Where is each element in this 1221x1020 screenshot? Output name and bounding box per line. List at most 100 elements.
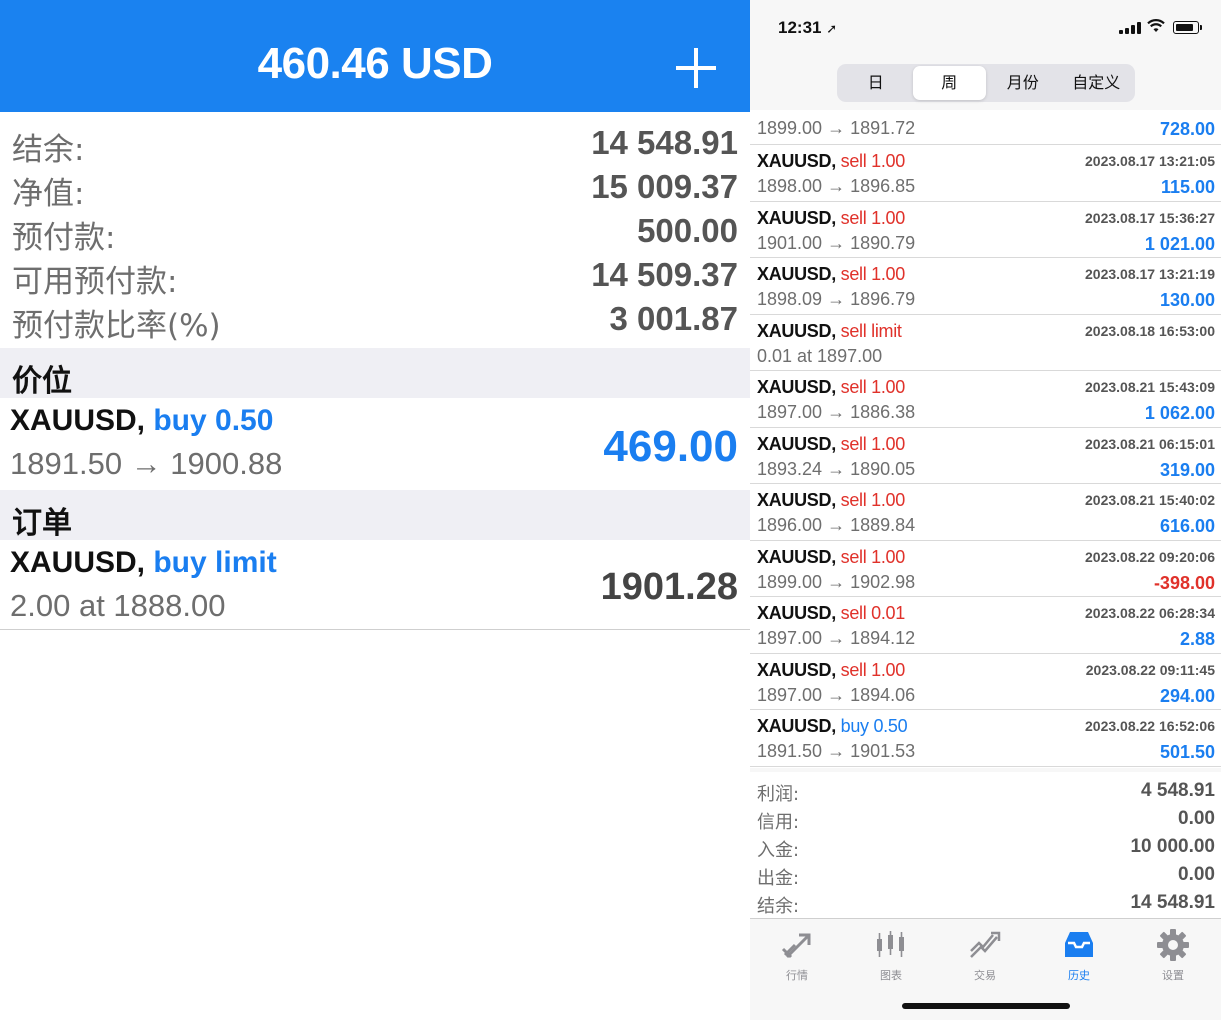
deal-title: XAUUSD, sell 1.00 — [757, 151, 905, 172]
deal-title: XAUUSD, sell 1.00 — [757, 660, 905, 681]
summary-value: 14 548.91 — [591, 124, 738, 161]
new-order-button[interactable] — [676, 48, 716, 88]
deal-row[interactable]: XAUUSD, sell 1.00 2023.08.17 13:21:19 1898… — [750, 258, 1221, 315]
deal-prices: 1891.50 → 1901.53 — [757, 741, 916, 761]
tab-label: 图表 — [880, 969, 902, 982]
trade-icon — [938, 927, 1032, 963]
order-action: buy limit — [153, 546, 277, 579]
deal-symbol: XAUUSD, — [757, 320, 836, 341]
battery-icon — [1173, 21, 1202, 34]
trade-panel: 460.46 USD 结余: 14 548.91 净值: 15 009.37 预… — [0, 0, 750, 1020]
deals-list: 1899.00 → 1891.72 728.00 XAUUSD, sell 1.… — [750, 110, 1221, 768]
deal-row[interactable]: XAUUSD, sell 1.00 2023.08.21 06:15:01 1893… — [750, 428, 1221, 484]
totals-row-withdrawal: 出金: 0.00 — [750, 860, 1221, 889]
totals-label: 结余: — [757, 896, 800, 917]
tab-label: 历史 — [1068, 969, 1090, 982]
tab-label: 行情 — [786, 969, 808, 982]
position-row[interactable]: XAUUSD, buy 0.50 1891.50 → 1900.88 469.0… — [0, 398, 750, 490]
deal-row[interactable]: 1899.00 → 1891.72 728.00 — [750, 110, 1221, 145]
deal-title: XAUUSD, sell 1.00 — [757, 547, 905, 568]
tab-settings[interactable]: 设置 — [1126, 927, 1220, 983]
segment-custom[interactable]: 自定义 — [1060, 66, 1134, 100]
deal-volume: 1.00 — [871, 433, 905, 454]
tab-chart[interactable]: 图表 — [844, 927, 938, 983]
deal-row[interactable]: XAUUSD, sell 0.01 2023.08.22 06:28:34 1897… — [750, 597, 1221, 654]
deal-side: sell — [840, 264, 867, 284]
deal-row[interactable]: XAUUSD, sell 1.00 2023.08.17 13:21:05 1898… — [750, 145, 1221, 202]
position-title: XAUUSD, buy 0.50 — [10, 404, 273, 438]
deal-row[interactable]: XAUUSD, sell 1.00 2023.08.17 15:36:27 1901… — [750, 202, 1221, 258]
deal-row[interactable]: XAUUSD, sell limit 2023.08.18 16:53:00 0.… — [750, 315, 1221, 371]
deal-title: XAUUSD, sell limit — [757, 321, 902, 342]
deal-profit: 130.00 — [1159, 290, 1215, 310]
period-selector: 日 周 月份 自定义 — [750, 56, 1221, 110]
summary-row-equity: 净值: 15 009.37 — [0, 162, 750, 212]
deal-datetime: 2023.08.22 09:20:06 — [1085, 548, 1215, 565]
deal-symbol: XAUUSD, — [757, 377, 836, 397]
summary-row-margin: 预付款: 500.00 — [0, 206, 750, 256]
tab-trade[interactable]: 交易 — [938, 927, 1032, 983]
deal-prices: 1899.00 → 1891.72 — [757, 118, 916, 138]
deal-prices: 1898.00 → 1896.85 — [757, 176, 916, 196]
home-indicator — [902, 1003, 1070, 1009]
deal-volume: 1.00 — [871, 377, 905, 397]
orders-section-header: 订单 — [0, 490, 750, 541]
totals-label: 出金: — [757, 868, 800, 889]
deal-profit: 1 021.00 — [1144, 233, 1215, 254]
deal-profit: 616.00 — [1159, 516, 1215, 536]
deal-row[interactable]: XAUUSD, sell 1.00 2023.08.22 09:11:45 1897… — [750, 654, 1221, 710]
segment-week[interactable]: 周 — [912, 66, 986, 100]
deal-title: XAUUSD, sell 1.00 — [757, 377, 905, 398]
segment-month[interactable]: 月份 — [986, 66, 1060, 100]
deal-side: sell — [840, 377, 867, 397]
position-profit: 469.00 — [603, 422, 738, 471]
deal-side: sell — [840, 546, 867, 567]
deal-side: sell limit — [840, 320, 902, 341]
deal-prices: 1897.00 → 1894.06 — [757, 684, 916, 705]
summary-row-free-margin: 可用预付款: 14 509.37 — [0, 250, 750, 300]
order-title: XAUUSD, buy limit — [10, 546, 277, 580]
tab-history[interactable]: 历史 — [1032, 927, 1126, 983]
order-detail: 2.00 at 1888.00 — [10, 588, 226, 623]
deal-side: sell — [840, 603, 867, 623]
deal-title: XAUUSD, sell 1.00 — [757, 264, 905, 285]
totals-row-credit: 信用: 0.00 — [750, 804, 1221, 833]
deal-row[interactable]: XAUUSD, sell 1.00 2023.08.21 15:40:02 1896… — [750, 484, 1221, 541]
deal-volume: 1.00 — [871, 151, 905, 171]
deal-profit: 728.00 — [1159, 119, 1215, 139]
deal-row[interactable]: XAUUSD, sell 1.00 2023.08.22 09:20:06 1899… — [750, 541, 1221, 597]
deal-profit: 2.88 — [1179, 629, 1215, 649]
account-summary: 结余: 14 548.91 净值: 15 009.37 预付款: 500.00 … — [0, 112, 750, 344]
totals-value: 0.00 — [1178, 864, 1215, 885]
deal-title: XAUUSD, sell 0.01 — [757, 603, 905, 624]
totals-value: 0.00 — [1178, 808, 1215, 829]
deal-datetime: 2023.08.17 13:21:05 — [1085, 153, 1215, 169]
status-time: 12:31 ➚ — [778, 18, 837, 38]
deal-profit: 115.00 — [1160, 177, 1215, 197]
order-row[interactable]: XAUUSD, buy limit 2.00 at 1888.00 1901.2… — [0, 540, 750, 630]
deal-datetime: 2023.08.22 09:11:45 — [1085, 661, 1215, 678]
deal-volume: 1.00 — [871, 264, 905, 284]
deal-datetime: 2023.08.22 06:28:34 — [1085, 605, 1215, 621]
deal-prices: 1896.00 → 1889.84 — [757, 515, 916, 535]
order-symbol: XAUUSD, — [10, 546, 146, 579]
deal-prices: 1897.00 → 1894.12 — [757, 628, 916, 648]
segment-day[interactable]: 日 — [839, 66, 913, 100]
chart-icon — [844, 927, 938, 963]
totals-value: 14 548.91 — [1130, 892, 1215, 913]
deal-volume: 1.00 — [871, 207, 905, 228]
tab-label: 交易 — [974, 969, 996, 982]
quotes-icon — [750, 927, 844, 963]
deal-prices: 1893.24 → 1890.05 — [757, 458, 916, 479]
deal-symbol: XAUUSD, — [757, 151, 836, 171]
deal-row[interactable]: XAUUSD, sell 1.00 2023.08.21 15:43:09 1897… — [750, 371, 1221, 428]
deal-symbol: XAUUSD, — [757, 603, 836, 623]
deal-symbol: XAUUSD, — [757, 659, 836, 680]
tab-quotes[interactable]: 行情 — [750, 927, 844, 983]
deal-profit: -398.00 — [1153, 572, 1215, 593]
deal-volume: 1.00 — [871, 546, 905, 567]
history-totals: 利润: 4 548.91 信用: 0.00 入金: 10 000.00 出金: … — [750, 772, 1221, 918]
deal-symbol: XAUUSD, — [757, 716, 836, 736]
deal-prices: 0.01 at 1897.00 — [757, 345, 883, 366]
deal-row[interactable]: XAUUSD, buy 0.50 2023.08.22 16:52:06 1891.… — [750, 710, 1221, 767]
